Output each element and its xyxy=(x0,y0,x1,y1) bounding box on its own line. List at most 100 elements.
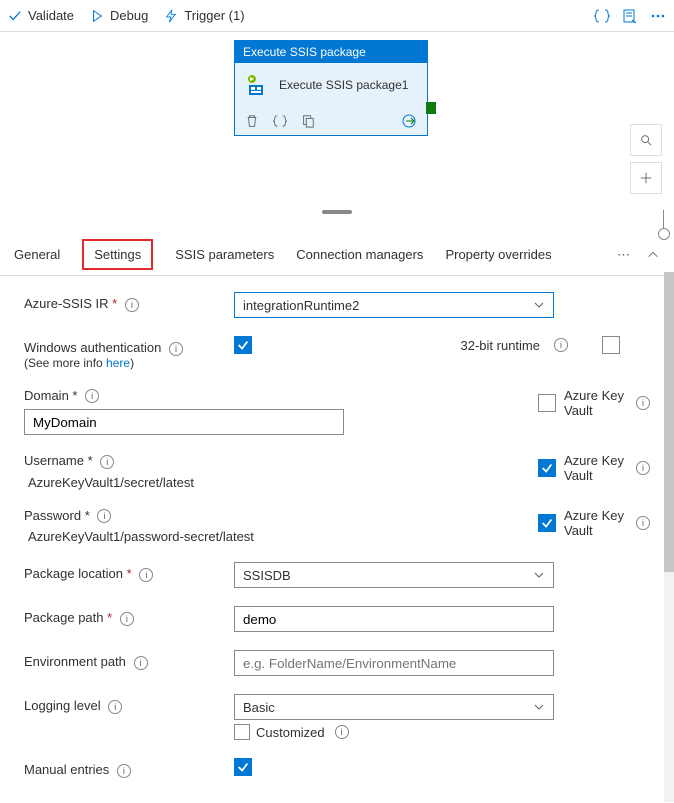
pkgloc-value: SSISDB xyxy=(243,568,291,583)
winauth-label: Windows authentication xyxy=(24,340,161,355)
settings-pane: Azure-SSIS IR * i integrationRuntime2 Wi… xyxy=(0,276,674,802)
akv-label: Azure Key Vault xyxy=(564,453,624,483)
azure-ir-dropdown[interactable]: integrationRuntime2 xyxy=(234,292,554,318)
chevron-down-icon xyxy=(533,569,545,581)
info-icon[interactable]: i xyxy=(117,764,131,778)
tab-connection-managers[interactable]: Connection managers xyxy=(296,239,423,270)
envpath-label: Environment path xyxy=(24,654,126,669)
domain-akv: Azure Key Vault i xyxy=(538,388,650,418)
delete-icon[interactable] xyxy=(245,114,259,128)
customized-label: Customized xyxy=(256,725,325,740)
password-akv: Azure Key Vault i xyxy=(538,508,650,538)
chevron-down-icon xyxy=(533,701,545,713)
winauth-sub1: (See more info xyxy=(24,356,106,370)
pkgloc-label: Package location xyxy=(24,566,123,581)
activity-node[interactable]: Execute SSIS package Execute SSIS packag… xyxy=(234,40,428,136)
node-header: Execute SSIS package xyxy=(235,41,427,63)
winauth-checkbox[interactable] xyxy=(234,336,252,354)
search-tool[interactable] xyxy=(630,124,662,156)
toolbar-right xyxy=(594,8,666,24)
runtime32-checkbox[interactable] xyxy=(602,336,620,354)
tab-more[interactable]: ⋯ xyxy=(617,247,630,263)
row-password: Password * i AzureKeyVault1/password-sec… xyxy=(24,508,650,545)
akv-label: Azure Key Vault xyxy=(564,388,624,418)
more-icon[interactable] xyxy=(650,8,666,24)
info-icon[interactable]: i xyxy=(108,700,122,714)
info-icon[interactable]: i xyxy=(134,656,148,670)
info-icon[interactable]: i xyxy=(636,516,650,530)
password-akv-checkbox[interactable] xyxy=(538,514,556,532)
tabs-right: ⋯ xyxy=(617,247,660,263)
envpath-input[interactable] xyxy=(234,650,554,676)
azure-ir-label: Azure-SSIS IR xyxy=(24,296,109,311)
username-value: AzureKeyVault1/secret/latest xyxy=(24,475,518,490)
domain-label: Domain xyxy=(24,388,69,403)
pkgloc-dropdown[interactable]: SSISDB xyxy=(234,562,554,588)
row-username: Username * i AzureKeyVault1/secret/lates… xyxy=(24,453,650,490)
chevron-down-icon xyxy=(533,299,545,311)
lightning-icon xyxy=(164,9,178,23)
tab-ssis-parameters[interactable]: SSIS parameters xyxy=(175,239,274,270)
loglvl-label: Logging level xyxy=(24,698,101,713)
row-winauth-runtime: Windows authentication i (See more info … xyxy=(24,336,650,370)
loglvl-value: Basic xyxy=(243,700,275,715)
info-icon[interactable]: i xyxy=(139,568,153,582)
row-loglvl: Logging level i Basic Customized i xyxy=(24,694,650,740)
copy-icon[interactable] xyxy=(301,114,315,128)
info-icon[interactable]: i xyxy=(335,725,349,739)
trigger-label: Trigger (1) xyxy=(184,8,244,23)
toolbar-left: Validate Debug Trigger (1) xyxy=(8,8,594,23)
row-envpath: Environment path i xyxy=(24,650,650,676)
manual-label: Manual entries xyxy=(24,762,109,777)
winauth-link[interactable]: here xyxy=(106,356,130,370)
toolbar: Validate Debug Trigger (1) xyxy=(0,0,674,32)
info-icon[interactable]: i xyxy=(120,612,134,626)
domain-input[interactable] xyxy=(24,409,344,435)
validate-label: Validate xyxy=(28,8,74,23)
username-akv-checkbox[interactable] xyxy=(538,459,556,477)
check-icon xyxy=(8,9,22,23)
resize-grip[interactable] xyxy=(322,210,352,214)
chevron-up-icon[interactable] xyxy=(646,248,660,262)
pkgpath-input[interactable] xyxy=(234,606,554,632)
row-pkgpath: Package path * i xyxy=(24,606,650,632)
trigger-button[interactable]: Trigger (1) xyxy=(164,8,244,23)
info-icon[interactable]: i xyxy=(97,509,111,523)
info-icon[interactable]: i xyxy=(636,396,650,410)
debug-button[interactable]: Debug xyxy=(90,8,148,23)
play-icon xyxy=(90,9,104,23)
form-icon[interactable] xyxy=(622,8,638,24)
azure-ir-value: integrationRuntime2 xyxy=(243,298,359,313)
manual-checkbox[interactable] xyxy=(234,758,252,776)
info-icon[interactable]: i xyxy=(100,455,114,469)
tab-settings[interactable]: Settings xyxy=(82,239,153,270)
canvas-side-tools xyxy=(630,124,662,194)
info-icon[interactable]: i xyxy=(125,298,139,312)
info-icon[interactable]: i xyxy=(554,338,568,352)
tab-property-overrides[interactable]: Property overrides xyxy=(445,239,551,270)
node-title: Execute SSIS package1 xyxy=(279,78,408,92)
arrow-out-icon[interactable] xyxy=(401,113,417,129)
info-icon[interactable]: i xyxy=(85,389,99,403)
output-handle[interactable] xyxy=(426,102,436,114)
ssis-icon xyxy=(245,73,269,97)
customized-checkbox[interactable] xyxy=(234,724,250,740)
braces-icon[interactable] xyxy=(594,8,610,24)
row-pkgloc: Package location * i SSISDB xyxy=(24,562,650,588)
akv-label: Azure Key Vault xyxy=(564,508,624,538)
password-label: Password xyxy=(24,508,81,523)
node-footer xyxy=(235,107,427,135)
username-akv: Azure Key Vault i xyxy=(538,453,650,483)
tab-general[interactable]: General xyxy=(14,239,60,270)
debug-label: Debug xyxy=(110,8,148,23)
canvas[interactable]: Execute SSIS package Execute SSIS packag… xyxy=(0,32,674,218)
validate-button[interactable]: Validate xyxy=(8,8,74,23)
info-icon[interactable]: i xyxy=(636,461,650,475)
scrollbar[interactable] xyxy=(664,272,674,802)
braces-icon[interactable] xyxy=(273,114,287,128)
add-tool[interactable] xyxy=(630,162,662,194)
scrollbar-thumb[interactable] xyxy=(664,272,674,572)
info-icon[interactable]: i xyxy=(169,342,183,356)
domain-akv-checkbox[interactable] xyxy=(538,394,556,412)
loglvl-dropdown[interactable]: Basic xyxy=(234,694,554,720)
